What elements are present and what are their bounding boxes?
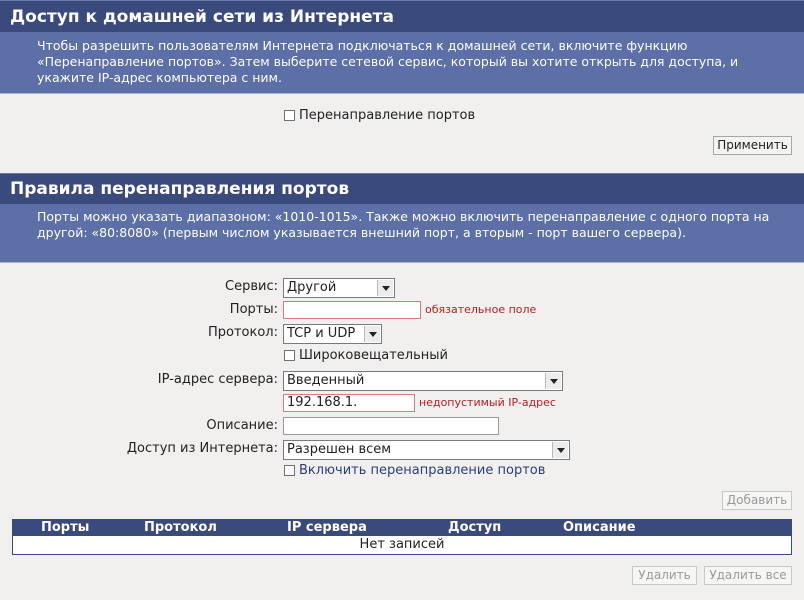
broadcast-label: Широковещательный (299, 348, 448, 363)
description-label: Описание: (206, 418, 278, 433)
enable-forwarding-label: Включить перенаправление портов (299, 463, 546, 478)
rules-table-empty-row: Нет записей (12, 536, 792, 555)
section-title-forwarding-rules: Правила перенаправления портов (0, 173, 804, 204)
service-select[interactable]: Другой (283, 278, 395, 298)
column-header-server-ip: IP сервера (287, 520, 367, 535)
column-header-access: Доступ (448, 520, 502, 535)
ports-input[interactable] (283, 301, 421, 319)
section-description-remote-access: Чтобы разрешить пользователям Интернета … (0, 32, 804, 94)
apply-button[interactable]: Применить (713, 136, 792, 155)
protocol-label: Протокол: (207, 325, 278, 340)
add-button[interactable]: Добавить (722, 491, 792, 510)
internet-access-select[interactable]: Разрешен всем (283, 440, 570, 460)
column-header-ports: Порты (41, 520, 90, 535)
protocol-select[interactable]: TCP и UDP (283, 324, 382, 344)
broadcast-checkbox[interactable] (284, 350, 295, 361)
protocol-select-value: TCP и UDP (287, 326, 356, 341)
column-header-protocol: Протокол (144, 520, 217, 535)
server-ip-mode-select[interactable]: Введенный (283, 371, 563, 391)
delete-all-button[interactable]: Удалить все (704, 566, 792, 585)
server-ip-label: IP-адрес сервера: (157, 372, 278, 387)
chevron-down-icon (545, 373, 561, 389)
port-forwarding-checkbox[interactable] (284, 110, 295, 121)
column-header-description: Описание (563, 520, 636, 535)
chevron-down-icon (552, 442, 568, 458)
internet-access-label: Доступ из Интернета: (126, 441, 278, 456)
delete-button[interactable]: Удалить (632, 566, 697, 585)
enable-forwarding-checkbox[interactable] (284, 465, 295, 476)
chevron-down-icon (364, 326, 380, 342)
description-input[interactable] (283, 417, 499, 435)
service-select-value: Другой (287, 280, 337, 295)
chevron-down-icon (377, 280, 393, 296)
port-forwarding-label: Перенаправление портов (299, 108, 476, 123)
server-ip-input[interactable]: 192.168.1. (283, 394, 415, 412)
section-description-forwarding-rules: Порты можно указать диапазоном: «1010-10… (0, 204, 804, 263)
server-ip-error: недопустимый IP-адрес (419, 396, 556, 409)
rules-table-header: Порты Протокол IP сервера Доступ Описани… (12, 519, 792, 536)
ports-label: Порты: (229, 302, 278, 317)
internet-access-value: Разрешен всем (287, 442, 392, 457)
server-ip-mode-value: Введенный (287, 373, 365, 388)
ports-error: обязательное поле (425, 303, 537, 316)
section-title-remote-access: Доступ к домашней сети из Интернета (0, 0, 804, 32)
service-label: Сервис: (225, 279, 278, 294)
